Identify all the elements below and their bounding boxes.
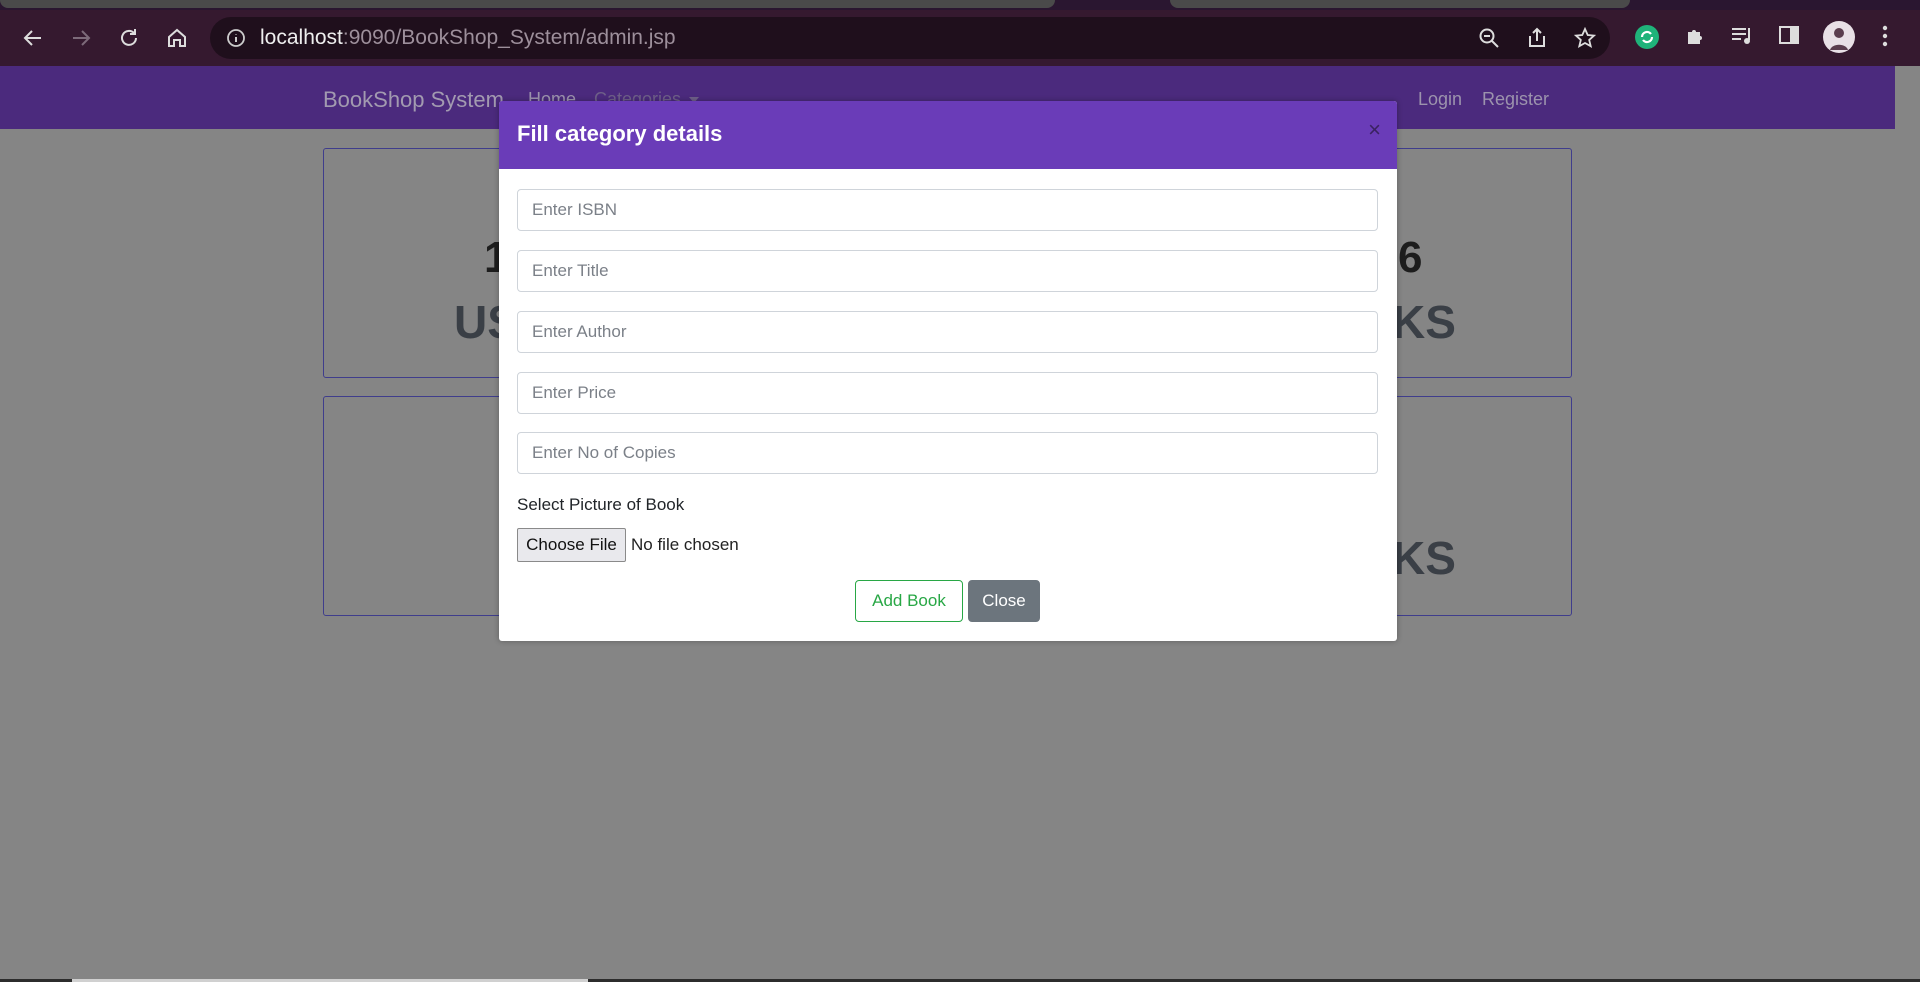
side-panel-icon[interactable] xyxy=(1778,24,1800,50)
profile-avatar[interactable] xyxy=(1822,20,1856,58)
close-icon[interactable]: × xyxy=(1368,119,1381,141)
navbar-brand[interactable]: BookShop System xyxy=(323,87,504,113)
url-text[interactable]: localhost:9090/BookShop_System/admin.jsp xyxy=(260,17,676,59)
file-status-text: No file chosen xyxy=(631,535,739,554)
picture-label: Select Picture of Book xyxy=(517,495,685,514)
site-info-icon[interactable] xyxy=(226,28,246,52)
choose-file-button[interactable]: Choose File xyxy=(517,528,626,562)
modal-header: Fill category details × xyxy=(499,101,1397,169)
modal-title: Fill category details xyxy=(517,121,723,146)
author-input[interactable] xyxy=(517,311,1378,353)
copies-input[interactable] xyxy=(517,432,1378,474)
nav-login-link[interactable]: Login xyxy=(1418,89,1462,110)
reading-list-icon[interactable] xyxy=(1730,24,1756,52)
books-count: 6 xyxy=(1398,233,1423,282)
add-book-button[interactable]: Add Book xyxy=(855,580,963,622)
add-book-modal: Fill category details × Select Picture o… xyxy=(499,101,1397,641)
card2-label: KS xyxy=(1392,532,1456,584)
isbn-input[interactable] xyxy=(517,189,1378,231)
bookmark-star-icon[interactable] xyxy=(1573,26,1597,53)
share-icon[interactable] xyxy=(1526,27,1548,53)
home-icon[interactable] xyxy=(163,24,191,52)
extension-green-icon[interactable] xyxy=(1634,24,1660,54)
zoom-icon[interactable] xyxy=(1478,27,1500,53)
nav-register-link[interactable]: Register xyxy=(1482,89,1549,110)
title-input[interactable] xyxy=(517,250,1378,292)
address-bar[interactable]: localhost:9090/BookShop_System/admin.jsp xyxy=(210,17,1610,59)
books-label: KS xyxy=(1392,296,1456,348)
url-host: localhost xyxy=(260,26,343,49)
browser-tab[interactable] xyxy=(1170,0,1630,8)
menu-kebab-icon[interactable] xyxy=(1880,24,1890,52)
back-icon[interactable] xyxy=(19,24,47,52)
url-path: :9090/BookShop_System/admin.jsp xyxy=(342,26,676,49)
forward-icon[interactable] xyxy=(67,24,95,52)
price-input[interactable] xyxy=(517,372,1378,414)
tab-strip xyxy=(0,0,1920,10)
close-button[interactable]: Close xyxy=(968,580,1040,622)
browser-tab[interactable] xyxy=(0,0,1055,8)
reload-icon[interactable] xyxy=(115,24,143,52)
extensions-puzzle-icon[interactable] xyxy=(1684,24,1708,52)
browser-toolbar: localhost:9090/BookShop_System/admin.jsp xyxy=(0,10,1920,66)
